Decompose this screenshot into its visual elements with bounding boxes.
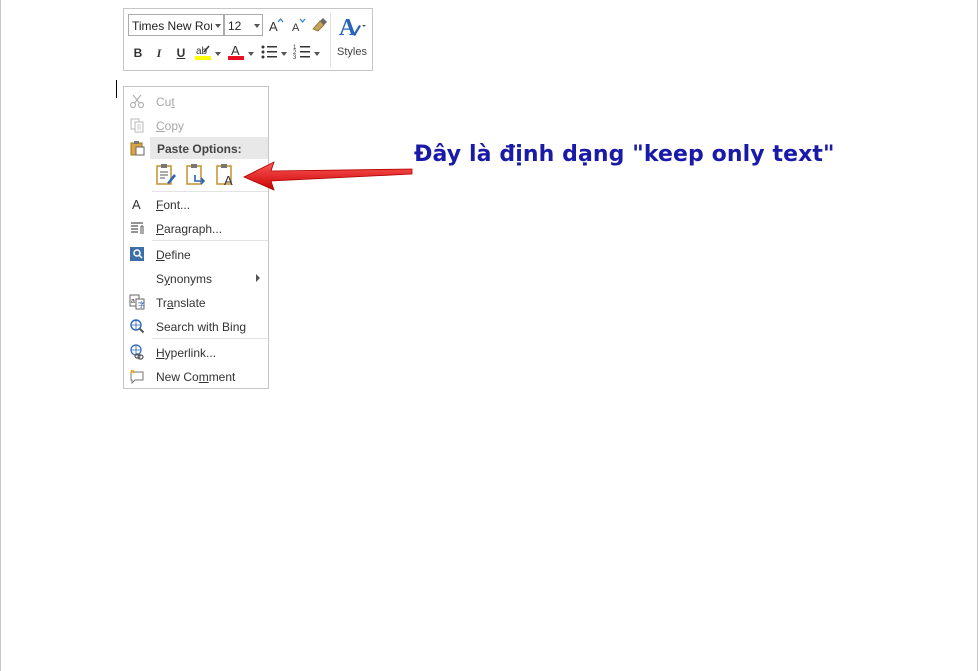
context-menu: Cut Copy Paste Options: A A Font... Para…: [123, 86, 269, 389]
paste-options-label: Paste Options:: [157, 142, 242, 156]
menu-item-translate[interactable]: a 字 Translate: [124, 290, 268, 314]
menu-item-new-comment[interactable]: New Comment: [124, 364, 268, 388]
font-color-button[interactable]: A: [226, 42, 246, 62]
styles-icon: A: [339, 15, 366, 41]
bullets-button[interactable]: [259, 42, 279, 62]
bold-button[interactable]: B: [128, 43, 148, 63]
search-icon: [130, 319, 145, 334]
menu-item-label: Font...: [156, 198, 191, 212]
font-color-icon: A: [228, 43, 244, 60]
menu-item-label: Hyperlink...: [156, 346, 217, 360]
menu-item-label: Cut: [156, 95, 175, 109]
paste-keep-source-formatting-button[interactable]: [155, 163, 177, 187]
text-cursor: [116, 80, 117, 98]
menu-separator: [152, 240, 268, 241]
italic-button[interactable]: I: [149, 43, 169, 63]
font-name-combobox[interactable]: Times New Roman: [128, 14, 224, 36]
eraser-icon: [312, 18, 327, 32]
menu-item-label: Translate: [156, 296, 206, 310]
menu-item-hyperlink[interactable]: Hyperlink...: [124, 340, 268, 364]
svg-text:A: A: [339, 15, 357, 41]
clear-formatting-button[interactable]: [309, 15, 329, 35]
svg-text:3: 3: [293, 55, 297, 61]
numbering-icon: 1 2 3: [293, 45, 310, 61]
grow-font-button[interactable]: A: [266, 15, 286, 35]
bullets-dropdown[interactable]: [280, 43, 288, 63]
menu-item-label: Synonyms: [156, 272, 213, 286]
menu-item-label: Search with Bing: [156, 320, 247, 334]
numbering-dropdown[interactable]: [313, 43, 321, 63]
chevron-right-icon: [256, 274, 260, 282]
font-size-value: 12: [228, 19, 242, 33]
chevron-down-icon: [215, 24, 221, 28]
highlighter-icon: ab: [195, 45, 211, 60]
underline-button[interactable]: U: [171, 43, 191, 63]
paste-merge-icon: [186, 164, 206, 185]
menu-item-search-with-bing[interactable]: Search with Bing: [124, 314, 268, 338]
shrink-font-button[interactable]: A: [288, 15, 308, 35]
paste-text-only-icon: A: [216, 164, 233, 188]
define-icon: [130, 247, 144, 261]
menu-separator: [152, 338, 268, 339]
paste-merge-formatting-button[interactable]: [185, 163, 207, 187]
chevron-down-icon: [215, 52, 221, 56]
menu-item-label: Paragraph...: [156, 222, 223, 236]
font-icon: A: [132, 197, 141, 212]
hyperlink-icon: [130, 344, 144, 360]
toolbar-separator: [330, 13, 331, 67]
highlight-dropdown[interactable]: [214, 43, 222, 63]
svg-text:A: A: [132, 197, 141, 212]
menu-item-label: New Comment: [156, 370, 236, 384]
menu-item-copy[interactable]: Copy: [124, 113, 268, 137]
font-color-dropdown[interactable]: [247, 43, 255, 63]
mini-toolbar: Times New Roman 12 A A A Styles: [123, 8, 373, 71]
chevron-down-icon: [254, 24, 260, 28]
menu-item-label: Copy: [156, 119, 185, 133]
menu-item-paragraph[interactable]: Paragraph...: [124, 216, 268, 240]
menu-item-define[interactable]: Define: [124, 242, 268, 266]
translate-icon: a 字: [129, 294, 145, 310]
clipboard-icon: [130, 141, 145, 156]
paragraph-icon: [131, 222, 144, 234]
svg-text:a: a: [131, 298, 135, 305]
paste-keep-source-icon: [156, 164, 176, 185]
annotation-arrow: [243, 161, 413, 191]
shrink-font-icon: A: [292, 18, 306, 34]
chevron-down-icon: [314, 52, 320, 56]
menu-item-font[interactable]: A Font...: [124, 192, 268, 216]
paste-keep-text-only-button[interactable]: A: [215, 163, 237, 188]
font-size-combobox[interactable]: 12: [224, 14, 263, 36]
svg-text:A: A: [269, 19, 278, 34]
bullets-icon: [261, 45, 277, 59]
menu-item-label: Define: [156, 248, 191, 262]
chevron-down-icon: [248, 52, 254, 56]
scissors-icon: [129, 94, 145, 109]
svg-text:A: A: [292, 22, 300, 34]
styles-label: Styles: [337, 46, 367, 58]
styles-button[interactable]: A: [337, 13, 367, 43]
svg-text:ab: ab: [196, 46, 208, 57]
chevron-down-icon: [281, 52, 287, 56]
svg-text:字: 字: [138, 300, 145, 309]
menu-item-synonyms[interactable]: Synonyms: [124, 266, 268, 290]
copy-icon: [130, 118, 144, 133]
font-name-value: Times New Roman: [132, 19, 212, 33]
highlight-button[interactable]: ab: [193, 42, 213, 62]
grow-font-icon: A: [269, 18, 284, 34]
svg-text:A: A: [231, 43, 240, 58]
numbering-button[interactable]: 1 2 3: [292, 42, 312, 62]
annotation-text: Đây là định dạng "keep only text": [414, 142, 835, 167]
new-comment-icon: [130, 369, 144, 384]
menu-item-cut[interactable]: Cut: [124, 89, 268, 113]
svg-text:A: A: [224, 173, 233, 187]
